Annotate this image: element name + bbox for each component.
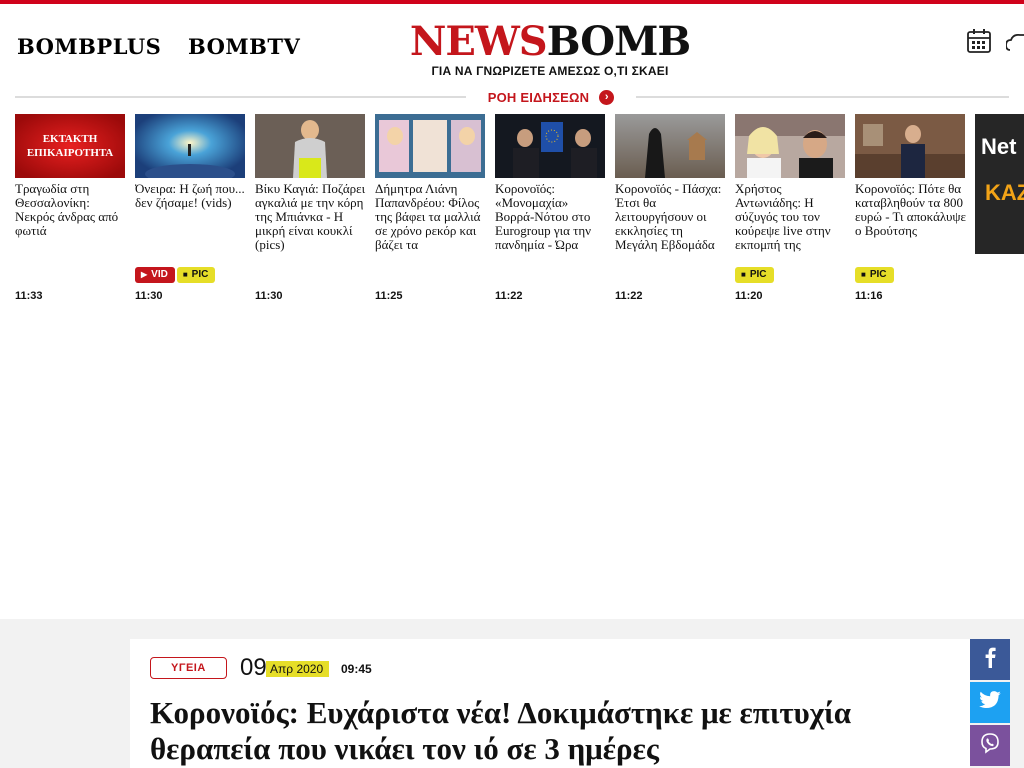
viber-icon	[979, 732, 1001, 759]
photo-badge: ■ PIC	[855, 267, 894, 283]
twitter-share-button[interactable]	[970, 682, 1010, 723]
nav-bombtv-link[interactable]: BOMBTV	[188, 34, 300, 59]
ticker-card[interactable]: Χρήστος Αντωνιάδης: Η σύζυγός του τον κο…	[735, 114, 845, 314]
square-icon: ■	[861, 270, 866, 279]
ticker-card[interactable]: Όνειρα: Η ζωή που... δεν ζήσαμε! (vids) …	[135, 114, 245, 314]
article-header: ΥΓΕΙΑ 09 Απρ 2020 09:45 Κορονοϊός: Ευχάρ…	[130, 639, 970, 768]
ticker-card-title[interactable]: Τραγωδία στη Θεσσαλονίκη: Νεκρός άνδρας …	[15, 182, 127, 252]
ticker-card-title[interactable]: Χρήστος Αντωνιάδης: Η σύζυγός του τον κο…	[735, 182, 847, 252]
ticker-thumbnail[interactable]	[255, 114, 365, 178]
viber-share-button[interactable]	[970, 725, 1010, 766]
calendar-icon[interactable]	[966, 28, 992, 59]
ticker-card-time: 11:20	[735, 290, 763, 302]
ticker-card-title[interactable]: Βίκυ Καγιά: Ποζάρει αγκαλιά με την κόρη …	[255, 182, 367, 252]
ticker-card[interactable]: ΕΚΤΑΚΤΗ ΕΠΙΚΑΙΡΟΤΗΤΑ Τραγωδία στη Θεσσαλο…	[15, 114, 125, 314]
article-date-day: 09	[240, 654, 267, 681]
ticker-card[interactable]: Κορονοϊός: Πότε θα καταβληθούν τα 800 ευ…	[855, 114, 967, 314]
ticker-card-title[interactable]: Όνειρα: Η ζωή που... δεν ζήσαμε! (vids)	[135, 182, 247, 252]
chevron-right-icon: ›	[599, 89, 615, 105]
ticker-card-badges: ■ PIC	[855, 267, 894, 283]
photo-badge: ■ PIC	[735, 267, 774, 283]
square-icon: ■	[182, 270, 188, 279]
nav-bombplus-link[interactable]: BOMBPLUS	[17, 34, 161, 59]
ticker-card[interactable]: Κορονοϊός: «Μονομαχία» Βορρά-Νότου στο E…	[495, 114, 605, 314]
ticker-thumbnail[interactable]	[135, 114, 245, 178]
ad-text-line1: Net	[981, 134, 1017, 159]
ticker-card-time: 11:30	[135, 290, 163, 302]
ticker-card-title[interactable]: Κορονοϊός - Πάσχα: Έτσι θα λειτουργήσουν…	[615, 182, 727, 252]
ticker-card[interactable]: Κορονοϊός - Πάσχα: Έτσι θα λειτουργήσουν…	[615, 114, 725, 314]
ad-text-line2: KAZ	[985, 180, 1024, 205]
video-badge: ▶ VID	[135, 267, 175, 283]
logo-tagline: ΓΙΑ ΝΑ ΓΝΩΡΙΖΕΤΕ ΑΜΕΣΩΣ Ο,ΤΙ ΣΚΑΕΙ	[431, 64, 669, 78]
article-time: 09:45	[341, 662, 372, 676]
ticker-thumbnail[interactable]	[615, 114, 725, 178]
article-date-month: Απρ 2020	[266, 661, 330, 677]
site-logo[interactable]: NEWSBOMB ΓΙΑ ΝΑ ΓΝΩΡΙΖΕΤΕ ΑΜΕΣΩΣ Ο,ΤΙ ΣΚ…	[404, 22, 696, 79]
category-tag[interactable]: ΥΓΕΙΑ	[150, 657, 227, 679]
site-header: BOMBPLUS BOMBTV NEWSBOMB ΓΙΑ ΝΑ ΓΝΩΡΙΖΕΤ…	[0, 4, 1024, 96]
ticker-card-title[interactable]: Κορονοϊός: Πότε θα καταβληθούν τα 800 ευ…	[855, 182, 967, 252]
ticker-card-title[interactable]: Κορονοϊός: «Μονομαχία» Βορρά-Νότου στο E…	[495, 182, 607, 252]
ticker-thumbnail[interactable]: ΕΚΤΑΚΤΗ ΕΠΙΚΑΙΡΟΤΗΤΑ	[15, 114, 125, 178]
facebook-share-button[interactable]	[970, 639, 1010, 680]
thumb-headline-line1: ΕΚΤΑΚΤΗ	[43, 133, 98, 145]
news-feed-label: ΡΟΗ ΕΙΔΗΣΕΩΝ	[487, 89, 590, 105]
photo-badge: ■ PIC	[176, 267, 216, 283]
ticker-card-badges: ■ PIC	[735, 267, 774, 283]
article-headline: Κορονοϊός: Ευχάριστα νέα! Δοκιμάστηκε με…	[150, 695, 851, 766]
ticker-thumbnail[interactable]	[495, 114, 605, 178]
ticker-card-title[interactable]: Δήμητρα Λιάνη Παπανδρέου: Φίλος της βάφε…	[375, 182, 487, 252]
logo-part-bomb: BOMB	[546, 18, 691, 65]
ticker-card-time: 11:25	[375, 290, 403, 302]
ticker-card[interactable]: Βίκυ Καγιά: Ποζάρει αγκαλιά με την κόρη …	[255, 114, 365, 314]
square-icon: ■	[741, 270, 746, 279]
news-ticker: ΕΚΤΑΚΤΗ ΕΠΙΚΑΙΡΟΤΗΤΑ Τραγωδία στη Θεσσαλο…	[15, 114, 1024, 314]
ticker-card-time: 11:22	[615, 290, 643, 302]
thumb-headline-line2: ΕΠΙΚΑΙΡΟΤΗΤΑ	[27, 147, 113, 159]
ticker-card-time: 11:16	[855, 290, 883, 302]
twitter-icon	[979, 691, 1001, 714]
ticker-card[interactable]: Δήμητρα Λιάνη Παπανδρέου: Φίλος της βάφε…	[375, 114, 485, 314]
logo-part-news: NEWS	[409, 18, 548, 65]
ticker-card-badges: ▶ VID ■ PIC	[135, 267, 216, 283]
news-feed-link[interactable]: ΡΟΗ ΕΙΔΗΣΕΩΝ ›	[466, 86, 636, 108]
ad-banner[interactable]: Net KAZ	[975, 114, 1024, 254]
weather-cloud-icon[interactable]	[1005, 30, 1024, 59]
facebook-icon	[980, 646, 1000, 673]
ticker-card-time: 11:30	[255, 290, 283, 302]
play-icon: ▶	[141, 270, 148, 279]
ticker-card-time: 11:33	[15, 290, 43, 302]
ticker-thumbnail[interactable]	[855, 114, 965, 178]
ticker-card-time: 11:22	[495, 290, 523, 302]
ticker-thumbnail[interactable]	[735, 114, 845, 178]
ticker-thumbnail[interactable]	[375, 114, 485, 178]
